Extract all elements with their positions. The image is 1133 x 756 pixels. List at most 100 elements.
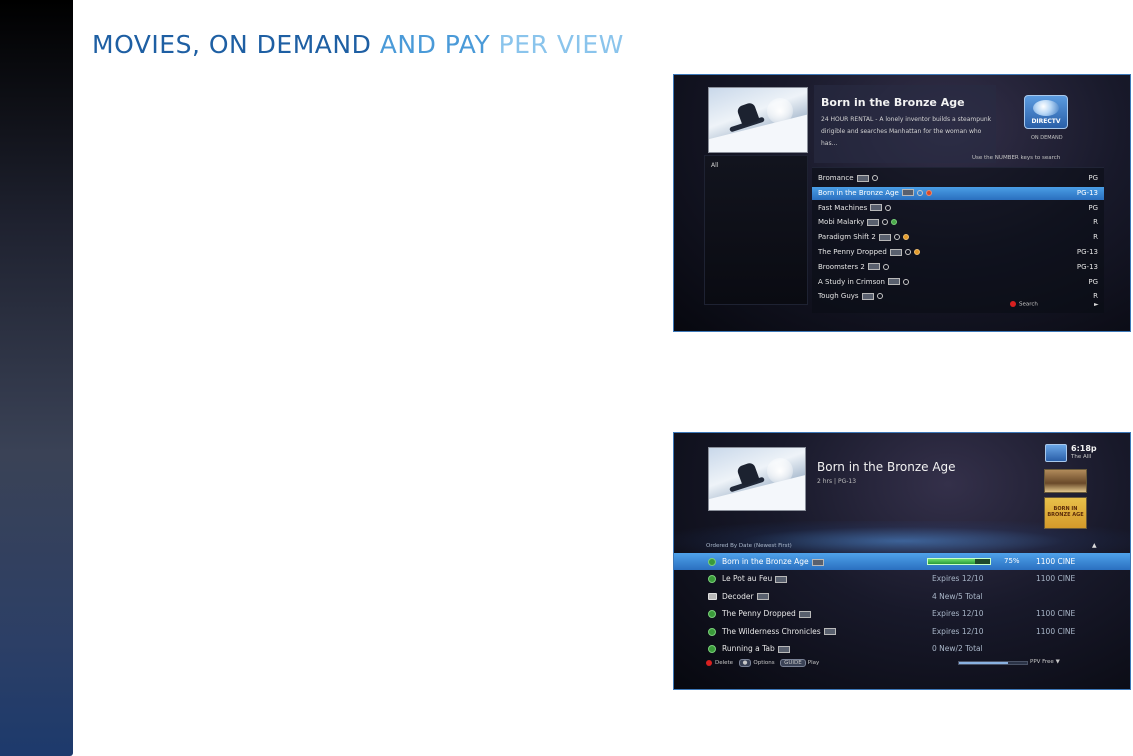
recording-icon [708,610,716,619]
recording-icon [708,627,716,636]
movie-rating: PG-13 [1076,248,1098,256]
page-title: MOVIES, ON DEMAND AND PAY PER VIEW [92,30,624,59]
hd-icon [756,593,769,601]
hd-icon [867,263,880,271]
directv-swirl-icon [1033,100,1059,116]
info-icon [916,189,923,196]
page-title-part-1: MOVIES, ON DEMAND [92,30,372,59]
scrollbar-thumb[interactable] [959,662,1008,664]
movie-list-item-title: Fast Machines [818,202,892,215]
playlist-item-title: The Wilderness Chronicles [722,623,836,640]
movie-list-item[interactable]: Fast Machines PG [818,202,1104,215]
series-icon [708,592,717,600]
list-sort-header[interactable]: Ordered By Date (Newest First) [706,543,792,549]
movie-list-item[interactable]: Tough Guys R [818,290,1104,303]
more-arrow-icon[interactable]: ► [1094,301,1099,308]
playlist-item-channel: 1100 CINE [1036,626,1076,636]
hd-icon [867,218,880,226]
playlist-item-channel: 1100 CINE [1036,574,1076,584]
recording-icon [708,645,716,653]
scrollbar[interactable] [958,661,1028,665]
info-icon [882,219,889,226]
playlist-title: Born in the Bronze Age [817,460,956,474]
movie-list-item[interactable]: The Penny Dropped PG-13 [818,246,1104,259]
info-icon [871,175,878,181]
playlist-item-channel: 1100 CINE [1036,609,1076,619]
movie-rating: PG-13 [1076,262,1098,271]
page-title-part-2: AND PAY [371,30,491,59]
movie-title: Born in the Bronze Age [821,96,965,109]
category-all[interactable]: All [711,162,718,169]
hd-icon [811,558,824,566]
movie-list-item[interactable]: Bromance PG [818,172,1104,185]
search-hint: Use the NUMBER keys to search [972,155,1061,161]
playlist-item-status: 0 New/2 Total [932,644,983,653]
playlist-item-status: Expires 12/10 [932,609,984,619]
hd-icon [870,204,883,212]
info-icon [893,234,900,241]
playlist-item[interactable]: Decoder 4 New/5 Total [674,588,1130,605]
scroll-up-icon[interactable]: ▲ [1092,542,1097,549]
movie-list-item-title: Born in the Bronze Age [818,187,932,200]
playlist-item-title: Born in the Bronze Age [722,553,824,570]
hd-icon [861,292,874,300]
hd-icon [889,248,902,256]
status-icon [891,219,898,226]
movie-rating: PG [1088,277,1098,286]
movie-list-item[interactable]: Paradigm Shift 2 R [818,231,1104,244]
filter-dropdown[interactable]: PPV Free ▼ [1030,659,1060,665]
movie-list-item[interactable]: A Study in Crimson PG [818,276,1104,289]
playlist-item[interactable]: Le Pot au Feu Expires 12/10 1100 CINE [674,570,1130,587]
category-panel: All [704,155,808,305]
logo-caption: ON DEMAND [1031,135,1063,141]
playlist-item-title: Decoder [722,588,769,605]
side-accent-bar [0,0,73,756]
progress-bar [927,558,991,565]
movie-list-item-title: A Study in Crimson [818,276,909,289]
search-button[interactable]: Search [1010,301,1038,308]
hd-icon [798,610,811,618]
movie-list-item[interactable]: Broomsters 2 PG-13 [818,261,1104,274]
poster-thumbnail-1 [1044,469,1087,493]
options-button[interactable]: ● [738,659,752,667]
info-icon [876,293,883,300]
playlist-screenshot: Born in the Bronze Age 2 hrs | PG-13 6:1… [673,432,1131,690]
info-icon [904,249,911,255]
status-icon [913,249,920,255]
playlist-item-status: 4 New/5 Total [932,591,983,601]
hd-icon [856,174,869,182]
page-title-part-3: PER VIEW [490,30,624,59]
play-key[interactable]: GUIDE [780,659,806,667]
playlist-item[interactable]: Running a Tab 0 New/2 Total [674,640,1130,657]
play-button[interactable]: Play [808,660,819,666]
clock: 6:18p [1071,444,1097,453]
hd-icon [887,278,900,286]
progress-bar-fill [928,559,975,564]
current-channel: The Alll [1071,454,1092,460]
playlist-item-title: Le Pot au Feu [722,570,788,587]
hd-icon [878,233,891,241]
channel-logo-icon [1045,444,1067,462]
movie-rating: R [1093,218,1098,227]
movie-description: 24 HOUR RENTAL - A lonely inventor build… [821,116,992,147]
playlist-item-title: Running a Tab [722,640,790,657]
playlist-item-title: The Penny Dropped [722,605,811,622]
info-icon [885,204,892,211]
movie-list-item-title: Bromance [818,172,878,185]
playlist-item[interactable]: The Penny Dropped Expires 12/10 1100 CINE [674,605,1130,622]
red-button-icon [706,659,712,666]
playlist-item[interactable]: Born in the Bronze Age 75% 1100 CINE [674,553,1130,570]
hd-icon [901,189,914,197]
movie-list-item[interactable]: Mobi Malarky R [818,216,1104,229]
info-icon [882,263,889,270]
movie-list-item[interactable]: Born in the Bronze Age PG-13 [812,186,1104,200]
delete-button[interactable]: Delete [715,660,733,666]
movie-rating: PG [1088,203,1098,212]
recording-icon [708,575,716,584]
poster-thumbnail-2: BORN IN BRONZE AGE [1044,497,1087,529]
playlist-item-status: Expires 12/10 [932,626,984,636]
playlist-footer: Delete ● Options GUIDE Play [706,659,819,667]
playlist-item[interactable]: The Wilderness Chronicles Expires 12/10 11… [674,623,1130,640]
movie-list-item-title: The Penny Dropped [818,246,920,259]
movie-rating: R [1093,233,1098,242]
